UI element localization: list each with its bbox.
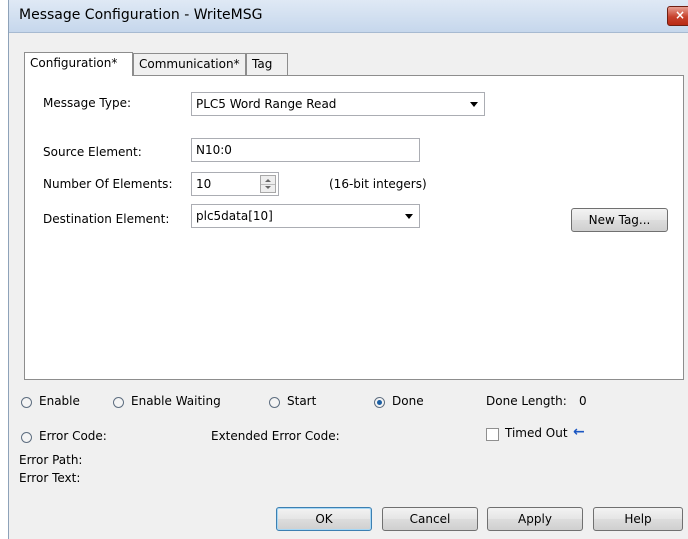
tab-tag[interactable]: Tag <box>246 53 288 75</box>
destination-element-label: Destination Element: <box>43 212 170 226</box>
done-radio <box>374 397 385 408</box>
message-configuration-dialog: Message Configuration - WriteMSG × Confi… <box>8 0 688 539</box>
close-button[interactable]: × <box>667 6 688 26</box>
extended-error-code-label: Extended Error Code: <box>211 429 340 443</box>
arrow-left-icon: ← <box>573 424 585 440</box>
window-title: Message Configuration - WriteMSG <box>19 7 263 23</box>
error-code-label: Error Code: <box>39 429 107 443</box>
destination-element-select[interactable]: plc5data[10] <box>191 204 420 228</box>
error-text-label: Error Text: <box>19 471 81 485</box>
spin-up-icon[interactable] <box>265 179 271 182</box>
tab-communication-label: Communication* <box>139 57 240 71</box>
title-bar[interactable]: Message Configuration - WriteMSG × <box>9 0 688 33</box>
elements-unit-label: (16-bit integers) <box>329 177 427 191</box>
apply-button-label: Apply <box>518 512 552 526</box>
tab-communication[interactable]: Communication* <box>133 53 246 75</box>
destination-element-value: plc5data[10] <box>196 209 273 223</box>
tab-tag-label: Tag <box>252 57 273 71</box>
ok-button[interactable]: OK <box>276 507 372 531</box>
timed-out-label: Timed Out <box>505 426 568 440</box>
help-button-label: Help <box>624 512 652 526</box>
new-tag-button-label: New Tag... <box>588 213 651 227</box>
done-length-value: 0 <box>579 394 587 408</box>
error-path-label: Error Path: <box>19 453 83 467</box>
new-tag-button[interactable]: New Tag... <box>571 208 668 232</box>
done-label: Done <box>392 394 424 408</box>
help-button[interactable]: Help <box>593 507 683 531</box>
tab-configuration[interactable]: Configuration* <box>24 52 133 76</box>
spin-divider <box>261 184 275 185</box>
enable-label: Enable <box>39 394 80 408</box>
start-label: Start <box>287 394 317 408</box>
source-element-label: Source Element: <box>43 145 142 159</box>
done-length-label: Done Length: <box>486 394 567 408</box>
error-code-radio <box>21 432 32 443</box>
chevron-down-icon <box>405 214 413 219</box>
number-of-elements-label: Number Of Elements: <box>43 177 173 191</box>
enable-radio <box>21 397 32 408</box>
cancel-button-label: Cancel <box>409 512 451 526</box>
configuration-panel: Message Type: PLC5 Word Range Read Sourc… <box>24 75 684 380</box>
source-element-input[interactable]: N10:0 <box>191 138 420 162</box>
tab-configuration-label: Configuration* <box>30 56 118 70</box>
enable-waiting-radio <box>113 397 124 408</box>
timed-out-checkbox[interactable] <box>486 428 499 441</box>
message-type-select[interactable]: PLC5 Word Range Read <box>191 92 485 116</box>
chevron-down-icon <box>470 102 478 107</box>
source-element-value: N10:0 <box>196 143 232 157</box>
message-type-label: Message Type: <box>43 96 132 110</box>
number-of-elements-stepper[interactable]: 10 <box>191 172 279 196</box>
message-type-value: PLC5 Word Range Read <box>196 97 337 111</box>
close-icon: × <box>674 8 686 22</box>
spin-down-icon[interactable] <box>265 186 271 189</box>
start-radio <box>269 397 280 408</box>
ok-button-label: OK <box>315 512 333 526</box>
enable-waiting-label: Enable Waiting <box>131 394 221 408</box>
number-of-elements-value: 10 <box>196 177 212 191</box>
apply-button[interactable]: Apply <box>487 507 583 531</box>
spin-buttons[interactable] <box>260 175 276 193</box>
cancel-button[interactable]: Cancel <box>382 507 478 531</box>
